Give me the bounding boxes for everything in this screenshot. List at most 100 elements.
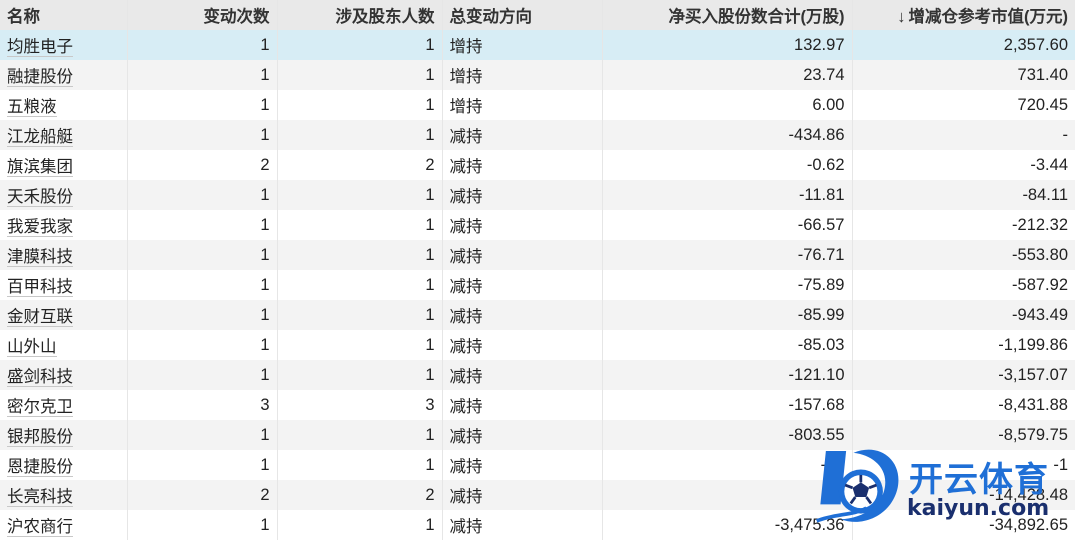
- stock-name-link[interactable]: 山外山: [7, 338, 57, 357]
- stock-name-link[interactable]: 金财互联: [7, 308, 73, 327]
- net-shares-cell: 23.74: [601, 60, 852, 90]
- stock-name-cell[interactable]: 江龙船艇: [0, 120, 127, 150]
- direction-cell: 减持: [441, 300, 602, 330]
- net-shares-cell: -157.68: [601, 390, 852, 420]
- change-count-cell: 3: [126, 390, 277, 420]
- market-value-cell: -3,157.07: [851, 360, 1075, 390]
- stock-name-link[interactable]: 旗滨集团: [7, 158, 73, 177]
- market-value-cell: -8,431.88: [851, 390, 1075, 420]
- direction-cell: 增持: [441, 90, 602, 120]
- stock-name-cell[interactable]: 恩捷股份: [0, 450, 127, 480]
- stock-name-cell[interactable]: 天禾股份: [0, 180, 127, 210]
- stock-name-cell[interactable]: 旗滨集团: [0, 150, 127, 180]
- stock-name-link[interactable]: 恩捷股份: [7, 458, 73, 477]
- table-row[interactable]: 均胜电子 1 1 增持 132.97 2,357.60: [0, 30, 1075, 60]
- holder-count-cell: 1: [276, 360, 442, 390]
- stock-name-link[interactable]: 银邦股份: [7, 428, 73, 447]
- direction-cell: 减持: [441, 330, 602, 360]
- change-count-cell: 2: [126, 480, 277, 510]
- column-header-holder-count[interactable]: 涉及股东人数: [276, 0, 442, 30]
- kaiyun-watermark: 开云体育 kaiyun.com: [805, 438, 1075, 538]
- direction-cell: 减持: [441, 210, 602, 240]
- market-value-cell: -943.49: [851, 300, 1075, 330]
- column-header-name[interactable]: 名称: [0, 0, 127, 30]
- market-value-cell: -1,199.86: [851, 330, 1075, 360]
- net-shares-cell: -85.99: [601, 300, 852, 330]
- table-row[interactable]: 天禾股份 1 1 减持 -11.81 -84.11: [0, 180, 1075, 210]
- market-value-cell: -84.11: [851, 180, 1075, 210]
- direction-cell: 减持: [441, 150, 602, 180]
- column-header-market-value[interactable]: ↓ 增减仓参考市值(万元): [851, 0, 1075, 30]
- stock-name-link[interactable]: 江龙船艇: [7, 128, 73, 147]
- stock-name-cell[interactable]: 金财互联: [0, 300, 127, 330]
- direction-cell: 减持: [441, 420, 602, 450]
- table-row[interactable]: 五粮液 1 1 增持 6.00 720.45: [0, 90, 1075, 120]
- table-row[interactable]: 旗滨集团 2 2 减持 -0.62 -3.44: [0, 150, 1075, 180]
- holder-count-cell: 1: [276, 450, 442, 480]
- stock-name-link[interactable]: 天禾股份: [7, 188, 73, 207]
- stock-name-cell[interactable]: 津膜科技: [0, 240, 127, 270]
- net-shares-cell: -66.57: [601, 210, 852, 240]
- stock-name-cell[interactable]: 五粮液: [0, 90, 127, 120]
- table-row[interactable]: 江龙船艇 1 1 减持 -434.86-: [0, 120, 1075, 150]
- table-row[interactable]: 盛剑科技 1 1 减持 -121.10 -3,157.07: [0, 360, 1075, 390]
- change-count-cell: 1: [126, 60, 277, 90]
- table-row[interactable]: 山外山 1 1 减持 -85.03 -1,199.86: [0, 330, 1075, 360]
- net-shares-cell: -76.71: [601, 240, 852, 270]
- stock-name-link[interactable]: 长亮科技: [7, 488, 73, 507]
- direction-cell: 减持: [441, 180, 602, 210]
- change-count-cell: 1: [126, 210, 277, 240]
- stock-name-cell[interactable]: 融捷股份: [0, 60, 127, 90]
- stock-name-cell[interactable]: 沪农商行: [0, 510, 127, 540]
- stock-name-link[interactable]: 五粮液: [7, 98, 57, 117]
- column-header-net-shares[interactable]: 净买入股份数合计(万股): [601, 0, 852, 30]
- column-header-direction[interactable]: 总变动方向: [441, 0, 602, 30]
- market-value-cell: -: [851, 120, 1075, 150]
- stock-name-link[interactable]: 津膜科技: [7, 248, 73, 267]
- net-shares-cell: -121.10: [601, 360, 852, 390]
- table-row[interactable]: 百甲科技 1 1 减持 -75.89 -587.92: [0, 270, 1075, 300]
- stock-name-cell[interactable]: 盛剑科技: [0, 360, 127, 390]
- direction-cell: 减持: [441, 240, 602, 270]
- watermark-english-text: kaiyun.com: [907, 496, 1050, 521]
- stock-name-link[interactable]: 融捷股份: [7, 68, 73, 87]
- table-row[interactable]: 融捷股份 1 1 增持 23.74 731.40: [0, 60, 1075, 90]
- stock-name-cell[interactable]: 密尔克卫: [0, 390, 127, 420]
- stock-name-cell[interactable]: 我爱我家: [0, 210, 127, 240]
- stock-name-link[interactable]: 均胜电子: [7, 38, 73, 57]
- watermark-chinese-text: 开云体育: [909, 460, 1049, 500]
- direction-cell: 减持: [441, 270, 602, 300]
- column-header-change-count[interactable]: 变动次数: [126, 0, 277, 30]
- net-shares-cell: -75.89: [601, 270, 852, 300]
- stock-name-link[interactable]: 盛剑科技: [7, 368, 73, 387]
- market-value-cell: 731.40: [851, 60, 1075, 90]
- direction-cell: 减持: [441, 120, 602, 150]
- sort-descending-icon: ↓: [897, 8, 906, 26]
- change-count-cell: 1: [126, 240, 277, 270]
- soccer-ball-logo-icon: [815, 449, 899, 523]
- change-count-cell: 1: [126, 300, 277, 330]
- holder-count-cell: 1: [276, 510, 442, 540]
- market-value-cell: 720.45: [851, 90, 1075, 120]
- stock-name-cell[interactable]: 长亮科技: [0, 480, 127, 510]
- change-count-cell: 2: [126, 150, 277, 180]
- stock-name-cell[interactable]: 银邦股份: [0, 420, 127, 450]
- net-shares-cell: -85.03: [601, 330, 852, 360]
- direction-cell: 减持: [441, 510, 602, 540]
- stock-name-cell[interactable]: 均胜电子: [0, 30, 127, 60]
- stock-name-link[interactable]: 密尔克卫: [7, 398, 73, 417]
- change-count-cell: 1: [126, 180, 277, 210]
- stock-name-cell[interactable]: 百甲科技: [0, 270, 127, 300]
- table-row[interactable]: 我爱我家 1 1 减持 -66.57 -212.32: [0, 210, 1075, 240]
- stock-name-link[interactable]: 我爱我家: [7, 218, 73, 237]
- stock-name-cell[interactable]: 山外山: [0, 330, 127, 360]
- stock-name-link[interactable]: 沪农商行: [7, 518, 73, 537]
- holder-count-cell: 2: [276, 480, 442, 510]
- stock-name-link[interactable]: 百甲科技: [7, 278, 73, 297]
- direction-cell: 增持: [441, 30, 602, 60]
- table-row[interactable]: 津膜科技 1 1 减持 -76.71 -553.80: [0, 240, 1075, 270]
- table-row[interactable]: 金财互联 1 1 减持 -85.99 -943.49: [0, 300, 1075, 330]
- holder-count-cell: 1: [276, 300, 442, 330]
- table-row[interactable]: 密尔克卫 3 3 减持 -157.68 -8,431.88: [0, 390, 1075, 420]
- holder-count-cell: 1: [276, 30, 442, 60]
